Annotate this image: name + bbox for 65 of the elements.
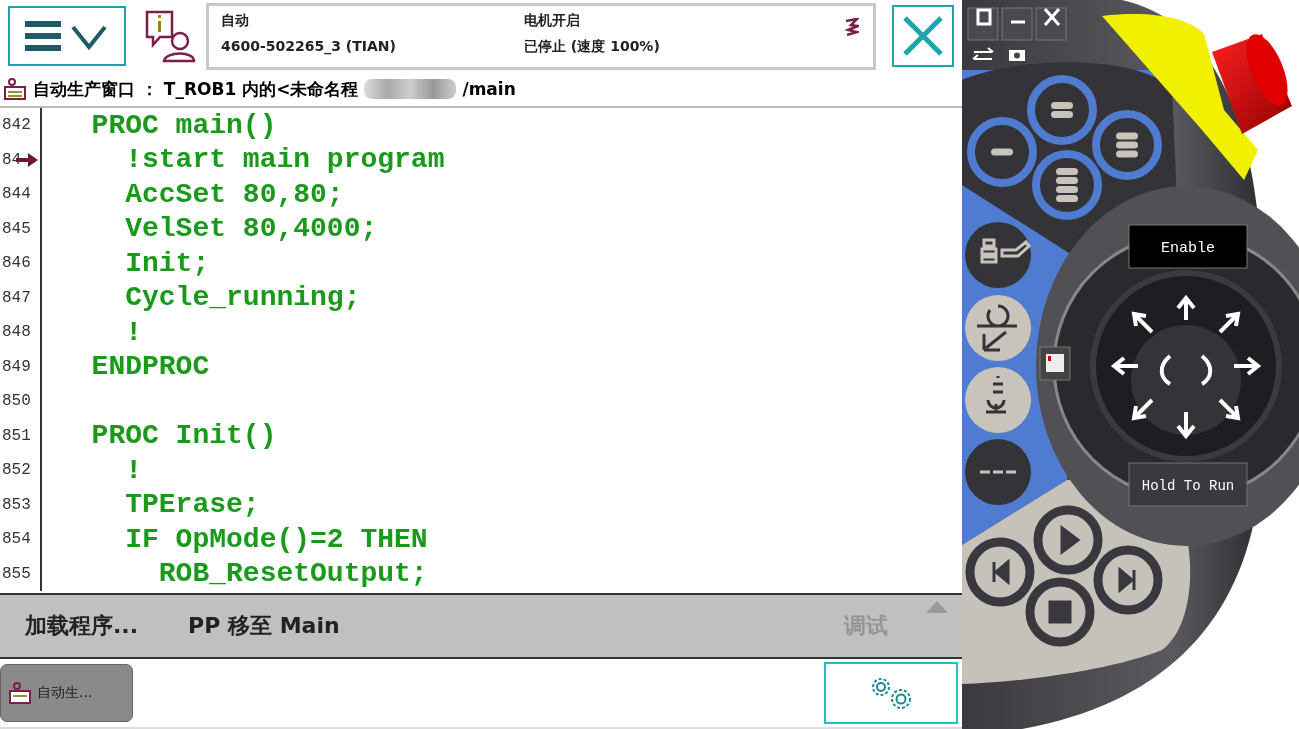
robot-arm-button[interactable] [965, 222, 1031, 288]
preset-button[interactable] [1032, 150, 1102, 220]
code-line: ROB_ResetOutput; [157, 558, 428, 590]
line-number: 849 [2, 357, 31, 376]
quickset-button[interactable] [824, 662, 958, 724]
line-number: 844 [2, 185, 31, 204]
minimize-button[interactable] [1001, 7, 1033, 41]
command-button[interactable]: 加载程序... [25, 611, 139, 641]
play-button[interactable] [1033, 505, 1103, 575]
task-button[interactable]: 自动生... [0, 664, 133, 722]
production-window-icon [9, 681, 31, 705]
motor-state: 电机开启 [524, 12, 581, 30]
line-number: 852 [2, 461, 31, 480]
code-line: VelSet 80,4000; [124, 213, 378, 245]
command-button[interactable]: PP 移至 Main [188, 611, 340, 641]
more-button[interactable] [965, 439, 1031, 505]
code-line: ! [124, 454, 142, 486]
line-number: 853 [2, 495, 31, 514]
operating-mode: 自动 [221, 12, 250, 30]
line-number: 845 [2, 219, 31, 238]
window-title-suffix: /main [462, 79, 516, 99]
close-icon [902, 15, 944, 57]
code-line: PROC Init() [90, 420, 277, 452]
line-number: 847 [2, 288, 31, 307]
info-person-icon [144, 9, 196, 63]
system-name: 4600-502265_3 (TIAN) [221, 38, 397, 54]
enable-label: Enable [1128, 224, 1248, 269]
line-number: 851 [2, 426, 31, 445]
camera-icon[interactable] [1009, 50, 1025, 61]
line-number: 855 [2, 564, 31, 583]
code-line: TPErase; [124, 489, 260, 521]
robot-icon [845, 18, 859, 36]
close-button[interactable] [1035, 7, 1067, 41]
preset-button[interactable] [967, 117, 1037, 187]
line-number: 850 [2, 392, 31, 411]
production-window-icon [3, 77, 27, 101]
stop-button[interactable] [1025, 577, 1095, 647]
step-forward-button[interactable] [1093, 545, 1163, 615]
increment-button[interactable] [965, 367, 1031, 433]
line-number: 848 [2, 323, 31, 342]
hold-to-run-label: Hold To Run [1128, 462, 1248, 507]
swap-icon[interactable] [972, 47, 994, 60]
motion-mode-button[interactable] [965, 295, 1031, 361]
main-menu-button[interactable] [8, 6, 126, 66]
window-title: 自动生产窗口 ： T_ROB1 内的<未命名程 [33, 77, 359, 101]
line-number: 846 [2, 254, 31, 273]
menu-icon [25, 19, 109, 53]
preset-button[interactable] [1092, 110, 1162, 180]
code-line: !start main program [124, 144, 445, 176]
code-line: PROC main() [90, 109, 277, 141]
joystick[interactable] [1090, 270, 1282, 462]
step-back-button[interactable] [965, 537, 1035, 607]
code-line: Init; [124, 247, 210, 279]
device-icon[interactable] [1039, 346, 1071, 381]
restore-button[interactable] [967, 7, 999, 41]
code-line: IF OpMode()=2 THEN [124, 523, 428, 555]
task-label: 自动生... [37, 684, 93, 702]
code-line: Cycle_running; [124, 282, 361, 314]
line-number: 842 [2, 116, 31, 135]
code-line: ENDPROC [90, 351, 210, 383]
preset-button[interactable] [1027, 75, 1097, 145]
program-state: 已停止 (速度 100%) [524, 38, 660, 56]
code-line: AccSet 80,80; [124, 178, 344, 210]
line-number: 854 [2, 530, 31, 549]
code-line: ! [124, 316, 142, 348]
